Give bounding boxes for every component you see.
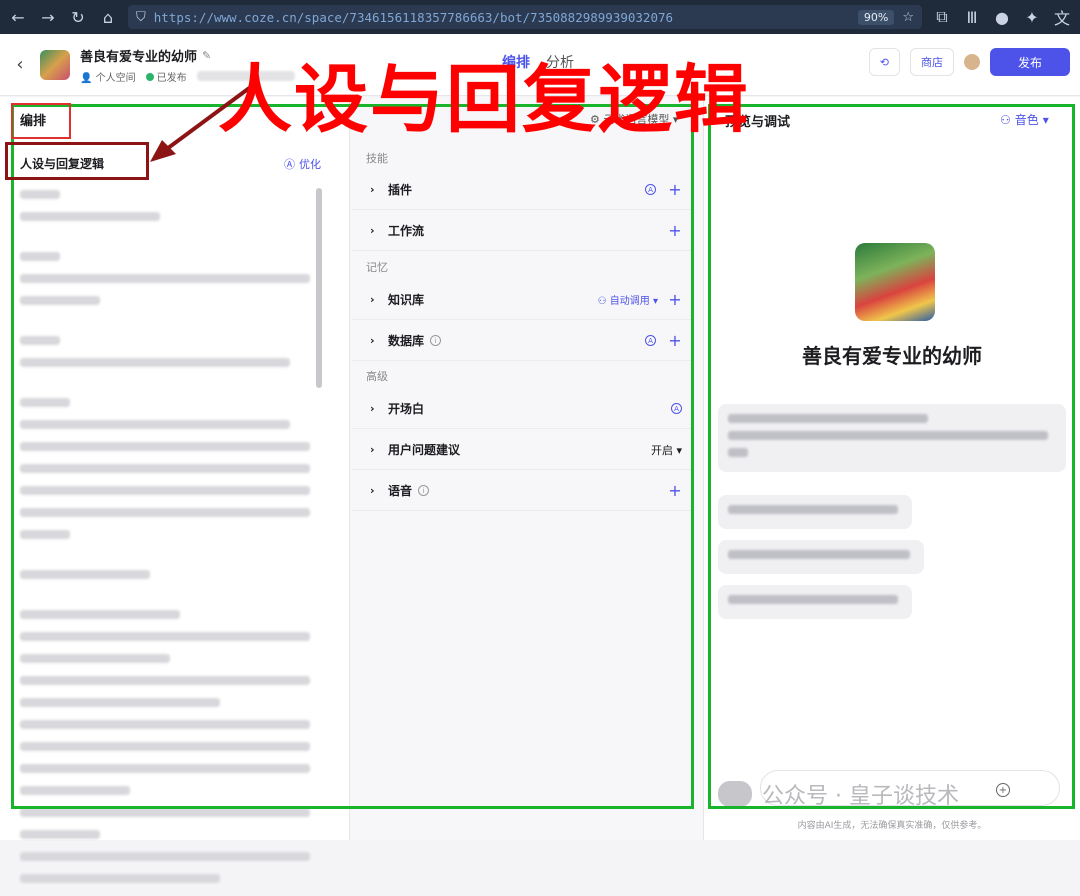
- chevron-right-icon: ›: [370, 443, 375, 456]
- row-opener[interactable]: › 开场白 A: [352, 389, 692, 429]
- model-selector[interactable]: ⚙ 云雀语言模型 ▾: [590, 111, 678, 127]
- mode-tabs: 编排 分析: [502, 52, 574, 72]
- chevron-right-icon: ›: [370, 484, 375, 497]
- url-text[interactable]: https://www.coze.cn/space/73461561183577…: [154, 10, 850, 25]
- opener-message: [718, 404, 1066, 472]
- chevron-right-icon: ›: [370, 334, 375, 347]
- bot-name-large: 善良有爱专业的幼师: [802, 344, 982, 368]
- group-memory: 记忆: [366, 261, 388, 274]
- back-arrow-icon[interactable]: ‹: [0, 54, 40, 75]
- bot-info: 善良有爱专业的幼师 ✎ 👤 个人空间 已发布: [80, 46, 295, 84]
- row-suggestions[interactable]: › 用户问题建议 开启 ▾: [352, 430, 692, 470]
- space-label: 👤 个人空间: [80, 72, 136, 84]
- watermark: 公众号 · 皇子谈技术: [718, 778, 959, 810]
- account-icon[interactable]: ●: [992, 8, 1012, 27]
- optimize-icon: Ⓐ: [284, 158, 295, 171]
- suggestion-bubble-2[interactable]: [718, 540, 924, 574]
- group-skills: 技能: [366, 152, 388, 165]
- translate-icon[interactable]: 文: [1052, 5, 1072, 29]
- section-title: 编排: [20, 114, 47, 129]
- wechat-icon: [718, 781, 752, 807]
- add-knowledge-button[interactable]: +: [668, 290, 682, 309]
- row-plugins[interactable]: › 插件 A +: [352, 170, 692, 210]
- group-advanced: 高级: [366, 370, 388, 383]
- suggestion-bubble-1[interactable]: [718, 495, 912, 529]
- persona-title: 人设与回复逻辑: [20, 157, 105, 171]
- edit-icon[interactable]: ✎: [202, 49, 211, 62]
- optimize-button[interactable]: Ⓐ 优化: [284, 156, 321, 172]
- ai-disclaimer: 内容由AI生成，无法确保真实准确，仅供参考。: [797, 821, 987, 831]
- add-voice-button[interactable]: +: [668, 481, 682, 500]
- add-workflow-button[interactable]: +: [668, 221, 682, 240]
- shield-icon: ⛉: [136, 9, 146, 25]
- zoom-level[interactable]: 90%: [857, 9, 895, 25]
- annotation-arrow: [150, 84, 254, 162]
- chevron-right-icon: ›: [370, 224, 375, 237]
- row-knowledge[interactable]: › 知识库 ⚇ 自动调用 ▾ +: [352, 280, 692, 320]
- publish-button[interactable]: 发布: [990, 48, 1070, 76]
- add-database-button[interactable]: +: [668, 331, 682, 350]
- add-plugin-button[interactable]: +: [668, 180, 682, 199]
- chevron-right-icon: ›: [370, 293, 375, 306]
- tab-analysis[interactable]: 分析: [546, 52, 574, 72]
- store-button[interactable]: 商店: [910, 48, 954, 76]
- library-icon[interactable]: Ⅲ: [962, 8, 982, 27]
- browser-toolbar: ← → ↻ ⌂ ⛉ https://www.coze.cn/space/7346…: [0, 0, 1080, 34]
- history-button[interactable]: ⟲: [868, 48, 900, 76]
- persona-prompt-text[interactable]: [20, 190, 310, 896]
- row-voice[interactable]: › 语音 i +: [352, 471, 692, 511]
- chevron-right-icon: ›: [370, 183, 375, 196]
- auto-icon: A: [671, 403, 682, 414]
- preview-title: 预览与调试: [725, 115, 791, 130]
- info-icon[interactable]: i: [418, 485, 430, 496]
- back-icon[interactable]: ←: [8, 8, 28, 27]
- reload-icon[interactable]: ↻: [68, 8, 88, 27]
- voice-icon: ⚇: [1000, 112, 1011, 127]
- header-actions: ⟲ 商店 发布: [868, 48, 1070, 76]
- puzzle-icon[interactable]: ✦: [1022, 8, 1042, 27]
- home-icon[interactable]: ⌂: [98, 8, 118, 27]
- address-bar[interactable]: ⛉ https://www.coze.cn/space/734615611835…: [128, 5, 922, 29]
- row-database[interactable]: › 数据库 i A +: [352, 321, 692, 361]
- scrollbar[interactable]: [316, 188, 322, 388]
- suggestions-toggle[interactable]: 开启 ▾: [651, 442, 682, 458]
- bot-avatar: [40, 49, 70, 80]
- auto-icon: A: [645, 184, 656, 195]
- extensions-icon[interactable]: ⧉: [932, 7, 952, 27]
- bot-avatar-large: [855, 243, 935, 321]
- auto-call-dropdown[interactable]: ⚇ 自动调用 ▾: [598, 292, 658, 307]
- add-attachment-icon[interactable]: +: [996, 783, 1010, 797]
- bot-name: 善良有爱专业的幼师: [80, 49, 198, 65]
- suggestion-bubble-3[interactable]: [718, 585, 912, 619]
- auto-icon: A: [645, 335, 656, 346]
- user-avatar[interactable]: [964, 54, 980, 70]
- info-icon[interactable]: i: [430, 335, 442, 346]
- voice-selector[interactable]: ⚇ 音色 ▾: [1000, 111, 1049, 128]
- star-icon[interactable]: ☆: [902, 10, 914, 25]
- forward-icon[interactable]: →: [38, 8, 58, 27]
- tab-arrange[interactable]: 编排: [502, 52, 530, 72]
- row-workflow[interactable]: › 工作流 +: [352, 211, 692, 251]
- chevron-right-icon: ›: [370, 402, 375, 415]
